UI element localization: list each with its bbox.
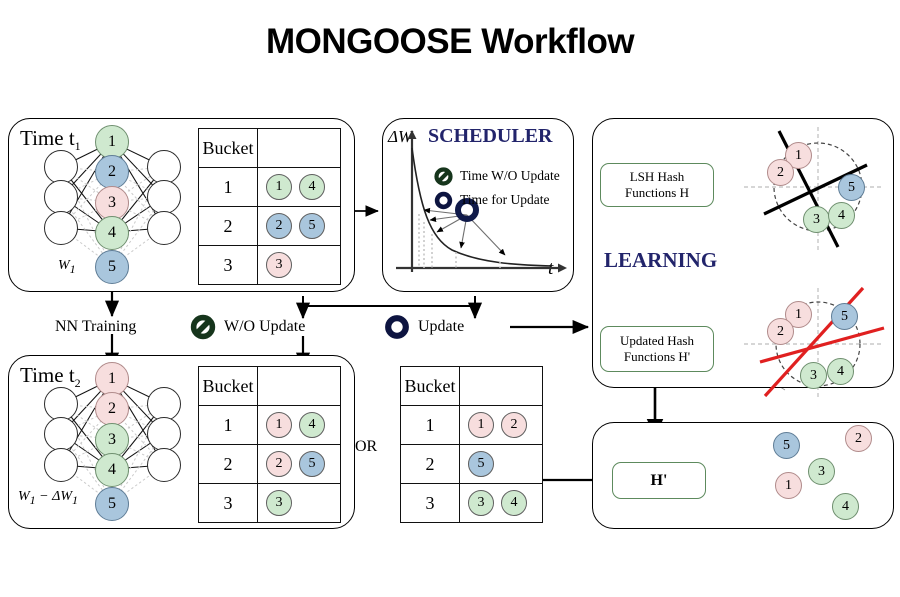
bucket-node: 2 <box>501 412 527 438</box>
bucket-items: 3 <box>257 483 341 523</box>
header-bucket: Bucket <box>198 366 258 406</box>
hprime-scatter-node: 5 <box>773 432 800 459</box>
bucket-node: 4 <box>501 490 527 516</box>
bucket-index: 2 <box>198 444 258 484</box>
diagram-canvas: MONGOOSE Workflow Time t1 W1 1 2 3 4 5 B… <box>0 0 900 597</box>
bucket-index: 3 <box>198 483 258 523</box>
table-header-row: Bucket <box>400 366 543 406</box>
input-node <box>44 417 78 451</box>
output-node <box>147 417 181 451</box>
output-node <box>147 448 181 482</box>
bucket-node: 4 <box>299 412 325 438</box>
table-row: 3 3 <box>198 483 341 523</box>
table-row: 1 1 4 <box>198 405 341 445</box>
bucket-items: 3 4 <box>459 483 543 523</box>
header-items <box>257 366 341 406</box>
bucket-node: 3 <box>266 490 292 516</box>
bucket-index: 3 <box>400 483 460 523</box>
hprime-scatter-node: 3 <box>808 458 835 485</box>
hidden-node-t2: 2 <box>95 392 129 426</box>
header-items <box>459 366 543 406</box>
bucket-items: 1 4 <box>257 405 341 445</box>
hprime-scatter-node: 2 <box>845 425 872 452</box>
hidden-node-t2: 4 <box>95 453 129 487</box>
bucket-items: 5 <box>459 444 543 484</box>
table-row: 1 1 2 <box>400 405 543 445</box>
bucket-index: 2 <box>400 444 460 484</box>
hidden-node-t2: 5 <box>95 487 129 521</box>
bucket-table-update: Bucket 1 1 2 2 5 3 3 4 <box>400 366 543 523</box>
bucket-node: 5 <box>468 451 494 477</box>
bucket-items: 2 5 <box>257 444 341 484</box>
bucket-index: 1 <box>400 405 460 445</box>
bucket-node: 2 <box>266 451 292 477</box>
output-node <box>147 387 181 421</box>
table-header-row: Bucket <box>198 366 341 406</box>
bucket-node: 1 <box>266 412 292 438</box>
hidden-node-t2: 3 <box>95 423 129 457</box>
header-bucket: Bucket <box>400 366 460 406</box>
bucket-table-wo-update: Bucket 1 1 4 2 2 5 3 3 <box>198 366 341 523</box>
bucket-node: 5 <box>299 451 325 477</box>
h-prime-box: H' <box>612 462 706 499</box>
hprime-scatter-node: 1 <box>775 472 802 499</box>
table-row: 2 5 <box>400 444 543 484</box>
input-node <box>44 448 78 482</box>
or-label: OR <box>355 438 378 455</box>
hidden-node-t2: 1 <box>95 362 129 396</box>
bucket-items: 1 2 <box>459 405 543 445</box>
hprime-scatter-node: 4 <box>832 493 859 520</box>
input-node <box>44 387 78 421</box>
h-prime-label: H' <box>650 471 668 489</box>
bucket-node: 3 <box>468 490 494 516</box>
bucket-node: 1 <box>468 412 494 438</box>
table-row: 3 3 4 <box>400 483 543 523</box>
bucket-index: 1 <box>198 405 258 445</box>
table-row: 2 2 5 <box>198 444 341 484</box>
